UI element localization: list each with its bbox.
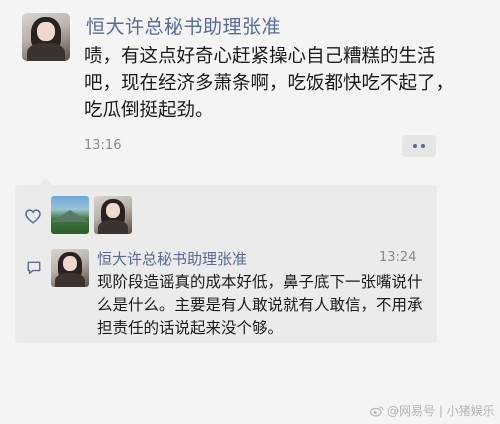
comment-icon [27,261,41,275]
weibo-icon [370,405,384,417]
watermark-text: @网易号 | 小猪娱乐 [387,404,495,418]
poster-avatar[interactable] [22,13,70,61]
watermark: @网易号 | 小猪娱乐 [370,402,495,419]
moment-timestamp: 13:16 [84,138,122,153]
dot-icon [421,144,425,148]
commenter-avatar[interactable] [51,249,89,287]
more-actions-button[interactable] [402,135,436,157]
dot-icon [413,144,417,148]
liker-avatar[interactable] [94,196,132,234]
liker-avatar[interactable] [51,196,89,234]
heart-icon [25,209,41,224]
comment-text: 现阶段造谣真的成本好低，鼻子底下一张嘴说什么是什么。主要是有人敢说就有人敢信，不… [97,273,423,337]
poster-name[interactable]: 恒大许总秘书助理张准 [86,12,281,39]
moment-text: 啧，有这点好奇心赶紧操心自己糟糕的生活吧，现在经济多萧条啊，吃饭都快吃不起了，吃… [84,46,455,121]
commenter-name[interactable]: 恒大许总秘书助理张准 [97,248,247,269]
comment-timestamp: 13:24 [379,250,417,265]
